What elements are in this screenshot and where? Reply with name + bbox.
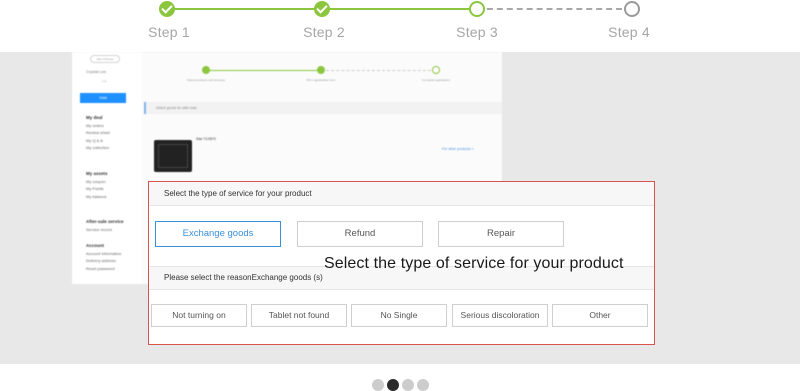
sidebar-item[interactable]: My Q & A: [86, 137, 110, 145]
reason-serious-discoloration-button[interactable]: Serious discoloration: [452, 304, 548, 327]
product-name: Star Y1X870: [196, 137, 216, 141]
carousel-dot[interactable]: [416, 379, 429, 391]
sidebar-item[interactable]: Review sheet: [86, 129, 110, 137]
step-3-label: Step 3: [456, 24, 498, 40]
repair-button[interactable]: Repair: [438, 221, 564, 247]
other-products-link[interactable]: For other products >: [442, 147, 474, 151]
step-1-check-icon: [159, 1, 175, 17]
mini-step-label: Complete application: [421, 78, 451, 82]
service-type-header: Select the type of service for your prod…: [149, 182, 654, 206]
sidebar-item[interactable]: Account information: [86, 250, 121, 258]
account-sidebar: Join Chinese Crystal Lee Lv1 Visit My de…: [72, 52, 142, 284]
mini-progress-line: [206, 70, 321, 71]
site-logo: Join Chinese: [90, 55, 120, 63]
reason-not-turning-on-button[interactable]: Not turning on: [151, 304, 247, 327]
sidebar-group-deal: My deal My orders Review sheet My Q & A …: [86, 114, 110, 152]
mini-step-label: Fill in application form: [306, 78, 336, 82]
sidebar-item[interactable]: My collection: [86, 144, 110, 152]
step-3-current-icon: [469, 1, 485, 17]
carousel-dot-active[interactable]: [386, 379, 399, 391]
step-1-label: Step 1: [148, 24, 190, 40]
user-level: Lv1: [102, 79, 107, 83]
sidebar-group-assets: My assets My coupon My Points My balance: [86, 170, 108, 200]
sidebar-item[interactable]: My coupon: [86, 178, 108, 186]
sidebar-visit-button[interactable]: Visit: [80, 93, 126, 103]
tutorial-caption: Select the type of service for your prod…: [324, 255, 624, 272]
sidebar-group-title: Account: [86, 243, 104, 248]
step-connector-1: [167, 8, 322, 10]
reason-no-single-button[interactable]: No Single: [351, 304, 447, 327]
step-2-check-icon: [314, 1, 330, 17]
reason-other-button[interactable]: Other: [552, 304, 648, 327]
sidebar-group-title: My assets: [86, 171, 108, 176]
sidebar-group-account: Account Account information Delivery add…: [86, 242, 121, 272]
mini-step-done-icon: [202, 66, 210, 74]
sidebar-group-after-sale: After-sale service Service record: [86, 218, 124, 233]
service-type-panel: Select the type of service for your prod…: [148, 181, 655, 345]
sidebar-item[interactable]: Reset password: [86, 265, 121, 273]
carousel-dots: [0, 378, 800, 391]
refund-button[interactable]: Refund: [297, 221, 423, 247]
reason-tablet-not-found-button[interactable]: Tablet not found: [251, 304, 347, 327]
tutorial-slide: Step 1 Step 2 Step 3 Step 4 Join Chinese…: [0, 0, 800, 391]
step-connector-3: [477, 8, 632, 10]
step-progress: Step 1 Step 2 Step 3 Step 4: [0, 0, 800, 52]
section-title: Select goods for after-sale: [144, 102, 502, 114]
mini-step-done-icon: [317, 66, 325, 74]
sidebar-item[interactable]: Delivery address: [86, 257, 121, 265]
user-name: Crystal Lee: [86, 69, 107, 74]
sidebar-item[interactable]: My orders: [86, 122, 110, 130]
sidebar-group-title: After-sale service: [86, 219, 124, 224]
mini-progress-line: [321, 70, 436, 71]
step-2-label: Step 2: [303, 24, 345, 40]
step-4-pending-icon: [624, 1, 640, 17]
carousel-dot[interactable]: [371, 379, 384, 391]
step-4-label: Step 4: [608, 24, 650, 40]
mini-step-label: Select products and services: [186, 78, 226, 82]
sidebar-item[interactable]: Service record: [86, 226, 124, 234]
mini-step-current-icon: [432, 66, 440, 74]
sidebar-item[interactable]: My balance: [86, 193, 108, 201]
exchange-goods-button[interactable]: Exchange goods: [155, 221, 281, 247]
carousel-dot[interactable]: [401, 379, 414, 391]
sidebar-item[interactable]: My Points: [86, 185, 108, 193]
step-connector-2: [322, 8, 477, 10]
product-thumbnail[interactable]: [154, 140, 192, 172]
sidebar-group-title: My deal: [86, 115, 103, 120]
